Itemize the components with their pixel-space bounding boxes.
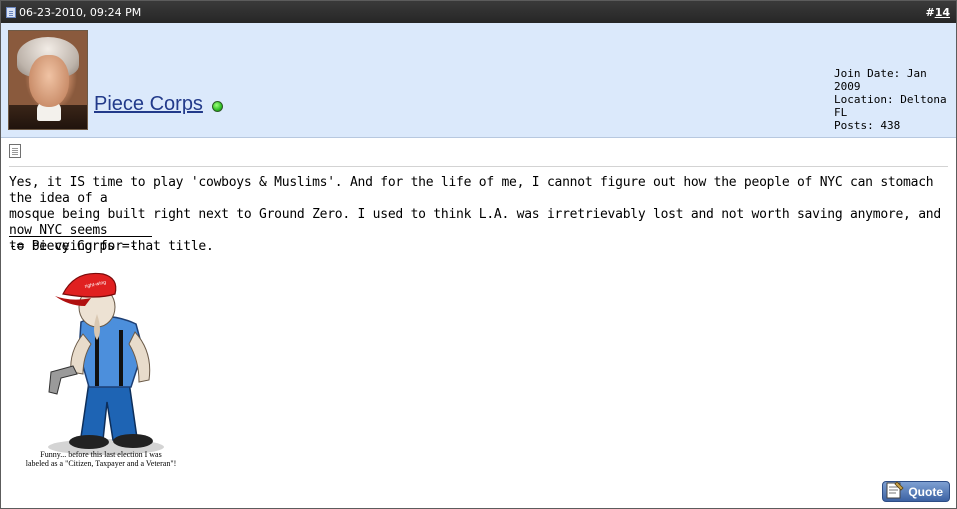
signature-divider bbox=[9, 236, 152, 237]
message-line-3: to be vying for that title. bbox=[9, 239, 214, 254]
join-date: Join Date: Jan 2009 bbox=[834, 67, 927, 93]
post-message: Yes, it IS time to play 'cowboys & Musli… bbox=[9, 175, 949, 255]
quote-button[interactable]: Quote bbox=[882, 481, 950, 502]
user-avatar[interactable] bbox=[8, 30, 88, 130]
post-date: 06-23-2010, 09:24 PM bbox=[19, 5, 142, 19]
post-number: #14 bbox=[925, 6, 950, 19]
avatar-face bbox=[29, 55, 69, 107]
location: Location: Deltona FL bbox=[834, 93, 947, 119]
online-status-icon bbox=[212, 101, 223, 112]
message-line-1: Yes, it IS time to play 'cowboys & Musli… bbox=[9, 175, 934, 206]
message-line-2: mosque being built right next to Ground … bbox=[9, 207, 941, 238]
signature-text: -= Piece Corps =- bbox=[9, 239, 137, 254]
post-number-link[interactable]: 14 bbox=[935, 6, 950, 19]
post-message-icon bbox=[9, 144, 21, 158]
username-link[interactable]: Piece Corps bbox=[94, 93, 203, 116]
caption-line-1: Funny... before this last election I was bbox=[40, 450, 162, 459]
post-divider bbox=[9, 166, 948, 167]
post-status-icon bbox=[6, 6, 16, 18]
quote-icon bbox=[886, 481, 904, 499]
signature-caption: Funny... before this last election I was… bbox=[11, 450, 191, 468]
post-number-prefix: # bbox=[925, 5, 935, 19]
user-info-bar: Piece Corps Join Date: Jan 2009 Location… bbox=[1, 23, 956, 138]
forum-post: 06-23-2010, 09:24 PM #14 Piece Corps Joi… bbox=[0, 0, 957, 509]
post-count: Posts: 438 bbox=[834, 119, 901, 132]
user-details: Join Date: Jan 2009 Location: Deltona FL… bbox=[834, 67, 956, 132]
post-date-group: 06-23-2010, 09:24 PM bbox=[6, 6, 141, 19]
post-header: 06-23-2010, 09:24 PM #14 bbox=[1, 1, 956, 23]
quote-button-label: Quote bbox=[908, 484, 943, 499]
caption-line-2: labeled as a "Citizen, Taxpayer and a Ve… bbox=[25, 459, 177, 468]
signature-cartoon-image: right-wing bbox=[48, 272, 164, 455]
